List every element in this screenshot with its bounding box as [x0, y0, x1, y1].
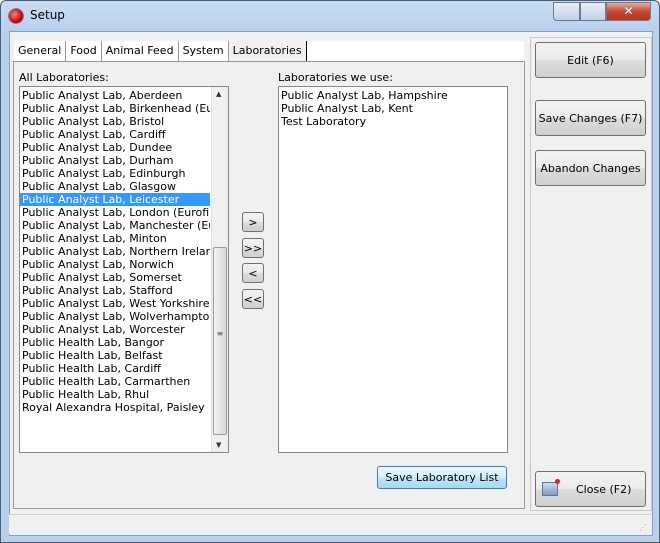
all-labs-list[interactable]: Public Analyst Lab, Aberdeen Public Analy… [19, 86, 229, 453]
list-item[interactable]: Public Analyst Lab, Hampshire [279, 89, 507, 102]
list-item[interactable]: Public Analyst Lab, Somerset [20, 271, 210, 284]
list-item[interactable]: Public Analyst Lab, Wolverhampton (Eurof… [20, 310, 210, 323]
list-item[interactable]: Public Analyst Lab, West Yorkshire [20, 297, 210, 310]
list-item[interactable]: Public Analyst Lab, Aberdeen [20, 89, 210, 102]
list-item[interactable]: Public Analyst Lab, Glasgow [20, 180, 210, 193]
minimize-button[interactable] [553, 2, 580, 21]
list-item[interactable]: Public Health Lab, Bangor [20, 336, 210, 349]
list-item[interactable]: Public Analyst Lab, Northern Ireland (Eu… [20, 245, 210, 258]
list-item[interactable]: Public Health Lab, Belfast [20, 349, 210, 362]
add-all-button[interactable]: >> [242, 238, 264, 258]
close-window-button[interactable]: ✕ [606, 2, 651, 21]
tab-general[interactable]: General [14, 41, 67, 61]
remove-all-button[interactable]: << [242, 289, 264, 309]
list-item[interactable]: Public Health Lab, Carmarthen [20, 375, 210, 388]
list-item[interactable]: Public Analyst Lab, Worcester [20, 323, 210, 336]
tab-system[interactable]: System [179, 41, 229, 61]
list-item[interactable]: Test Laboratory [279, 115, 507, 128]
list-item[interactable]: Public Health Lab, Cardiff [20, 362, 210, 375]
abandon-changes-button[interactable]: Abandon Changes [535, 150, 646, 186]
edit-pencil-icon [542, 479, 560, 496]
list-item[interactable]: Public Analyst Lab, Birkenhead (Eurofins… [20, 102, 210, 115]
close-label: Close (F2) [576, 482, 632, 496]
maximize-button[interactable] [580, 2, 606, 21]
scroll-up-icon[interactable]: ▲ [216, 90, 221, 98]
window-title: Setup [30, 8, 65, 22]
list-item[interactable]: Public Health Lab, Rhul [20, 388, 210, 401]
close-button[interactable]: Close (F2) [535, 471, 646, 507]
list-item[interactable]: Royal Alexandra Hospital, Paisley [20, 401, 210, 414]
list-item[interactable]: Public Analyst Lab, Cardiff [20, 128, 210, 141]
tab-laboratories[interactable]: Laboratories [228, 41, 307, 61]
list-item[interactable]: Public Analyst Lab, Minton [20, 232, 210, 245]
scroll-down-icon[interactable]: ▼ [216, 441, 221, 449]
all-labs-label: All Laboratories: [19, 71, 109, 84]
used-labs-label: Laboratories we use: [278, 71, 393, 84]
add-button[interactable]: > [242, 212, 264, 232]
scroll-thumb[interactable]: ≡ [213, 247, 227, 435]
list-item[interactable]: Public Analyst Lab, Dundee [20, 141, 210, 154]
list-item[interactable]: Public Analyst Lab, Durham [20, 154, 210, 167]
edit-button[interactable]: Edit (F6) [535, 42, 646, 78]
list-item[interactable]: Public Analyst Lab, Edinburgh [20, 167, 210, 180]
scrollbar[interactable]: ▲ ≡ ▼ [211, 87, 228, 452]
tab-animal-feed[interactable]: Animal Feed [102, 41, 179, 61]
remove-button[interactable]: < [242, 263, 264, 283]
resize-grip-icon[interactable]: ⋰ [639, 523, 647, 532]
list-item[interactable]: Public Analyst Lab, Manchester (Eurofins… [20, 219, 210, 232]
tab-food[interactable]: Food [66, 41, 102, 61]
used-labs-list[interactable]: Public Analyst Lab, Hampshire Public Anal… [278, 86, 508, 453]
list-item[interactable]: Public Analyst Lab, Norwich [20, 258, 210, 271]
status-bar: ⋰ [9, 514, 651, 534]
list-item[interactable]: Public Analyst Lab, Kent [279, 102, 507, 115]
tab-strip: General Food Animal Feed System Laboratories [14, 41, 524, 61]
list-item[interactable]: Public Analyst Lab, London (Eurofins) [20, 206, 210, 219]
save-changes-button[interactable]: Save Changes (F7) [535, 100, 646, 136]
app-icon [8, 8, 24, 24]
list-item[interactable]: Public Analyst Lab, Stafford [20, 284, 210, 297]
save-laboratory-list-button[interactable]: Save Laboratory List [377, 466, 507, 489]
list-item[interactable]: Public Analyst Lab, Bristol [20, 115, 210, 128]
list-item[interactable]: Public Analyst Lab, Leicester [20, 193, 210, 206]
